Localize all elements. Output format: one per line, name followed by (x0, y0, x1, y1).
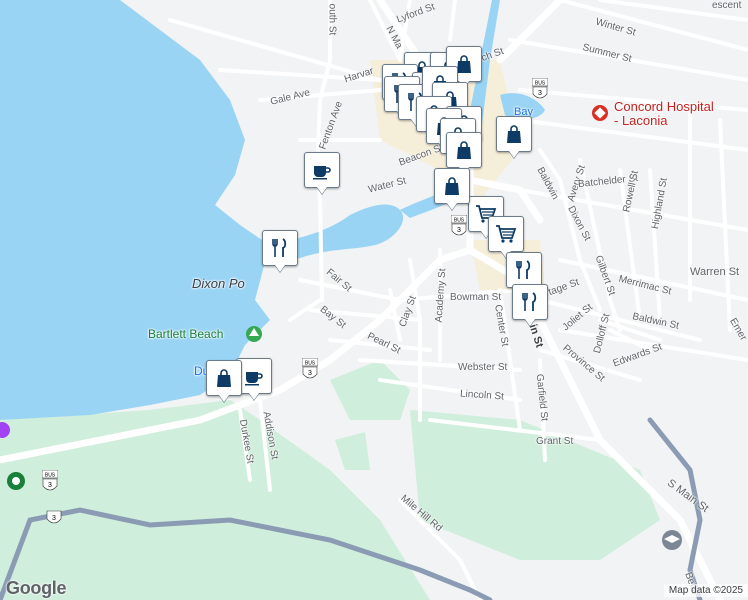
shopping-bag-icon (507, 125, 521, 143)
shopping-bag-icon (445, 177, 459, 195)
street-label: Grant St (536, 436, 574, 447)
coffee-icon (245, 372, 263, 386)
shopping-cart-icon (496, 225, 517, 243)
coffee-icon (313, 166, 331, 180)
map-marker[interactable] (304, 152, 340, 188)
route-shield: BUS 3 (42, 470, 58, 491)
shield-num: 3 (538, 90, 542, 97)
route-shield: BUS 3 (532, 78, 548, 99)
street-label: Warren St (690, 266, 740, 278)
shield-num: 3 (308, 370, 312, 377)
route-shield: BUS 3 (302, 358, 318, 379)
street-label: Webster St (458, 362, 508, 373)
shield-bus: BUS (45, 473, 56, 479)
hospital-name: Concord Hospital (614, 99, 714, 114)
restaurant-icon (516, 260, 531, 279)
place-label: Bartlett Beach (148, 327, 224, 341)
shield-bus: BUS (535, 81, 546, 87)
street-label: escent (712, 0, 742, 11)
map-marker[interactable] (446, 132, 482, 168)
map-marker[interactable] (488, 216, 524, 252)
shield-num: 3 (52, 515, 56, 522)
shopping-bag-icon (457, 141, 471, 159)
shield-bus: BUS (454, 218, 465, 224)
map-marker[interactable] (506, 252, 542, 288)
restaurant-icon (522, 292, 537, 311)
map-marker[interactable] (262, 230, 298, 266)
hospital-name-2: - Laconia (614, 113, 668, 128)
street-label: outh St (326, 3, 338, 36)
shopping-bag-icon (217, 369, 231, 387)
map-marker[interactable] (434, 168, 470, 204)
route-shield: 3 (46, 510, 62, 524)
route-shield: BUS 3 (451, 215, 467, 236)
shield-bus: BUS (305, 361, 316, 367)
map-marker[interactable] (512, 284, 548, 320)
map-marker[interactable] (206, 360, 242, 396)
hospital-label[interactable]: Concord Hospital - Laconia (614, 100, 714, 128)
map-marker[interactable] (496, 116, 532, 152)
google-logo: Google (6, 578, 67, 598)
shield-num: 3 (48, 482, 52, 489)
map-canvas[interactable] (0, 0, 748, 600)
street-label: Bowman St (450, 292, 502, 303)
map-attribution: Map data ©2025 (663, 584, 748, 597)
restaurant-icon (272, 238, 287, 257)
place-label: Dixon Po (192, 276, 245, 291)
shield-num: 3 (457, 227, 461, 234)
